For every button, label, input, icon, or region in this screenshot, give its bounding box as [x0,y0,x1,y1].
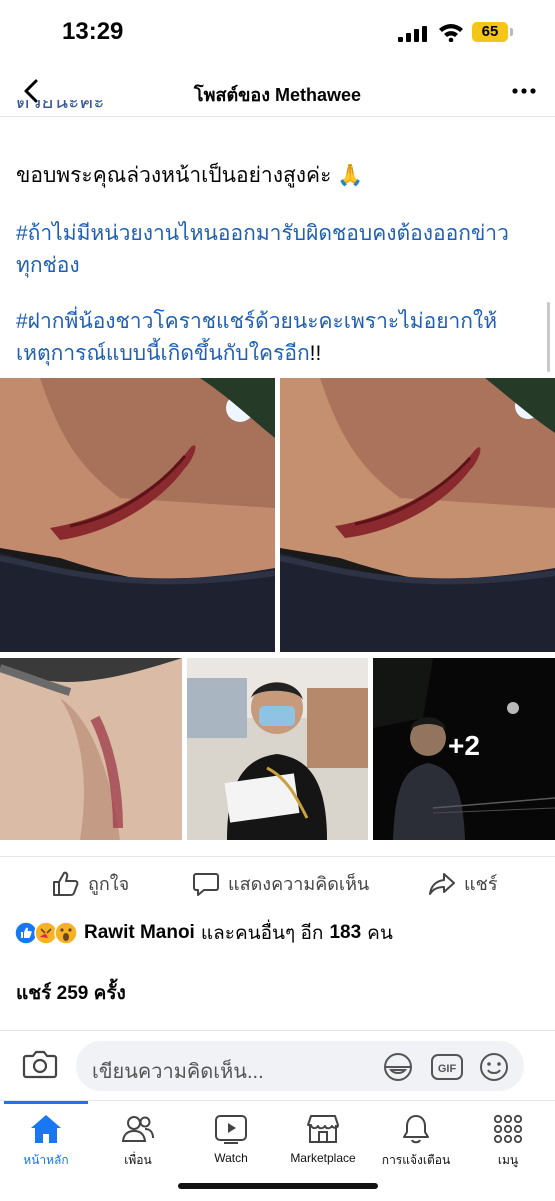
reactions-unit: คน [367,923,393,944]
post-text-cut-line: ด้วยนะคะ [16,100,105,113]
post-photo[interactable] [187,658,368,840]
home-icon [31,1115,61,1143]
tab-notifications[interactable]: การแจ้งเตือน [366,1113,466,1170]
reactions-summary[interactable]: Rawit Manoi และคนอื่นๆ อีก 183 คน [14,918,393,948]
battery-indicator: 65 [472,22,508,42]
sticker-icon[interactable] [382,1051,414,1083]
post-photo[interactable] [0,378,275,652]
more-options-icon[interactable] [512,88,536,94]
reactions-count: 183 [329,922,362,943]
thumbs-up-icon [53,871,79,896]
watch-icon [215,1115,247,1144]
menu-icon [493,1114,523,1144]
svg-text:GIF: GIF [438,1063,457,1075]
tab-home[interactable]: หน้าหลัก [0,1113,96,1170]
status-time: 13:29 [62,18,124,45]
comment-button[interactable]: แสดงความคิดเห็น [192,869,369,898]
post-photo[interactable] [280,378,555,652]
tab-friends[interactable]: เพื่อน [88,1113,188,1170]
person-holding-document-photo [187,658,368,840]
tab-label: Marketplace [290,1151,356,1165]
hashtag-line: ทุกช่อง [16,254,80,277]
more-photos-count: +2 [448,730,480,761]
signal-icon [398,26,427,42]
comment-bubble-icon [193,872,219,896]
post-actions: ถูกใจ แสดงความคิดเห็น แชร์ [0,856,555,907]
hashtag-line: #ถ้าไม่มีหน่วยงานไหนออกมารับผิดชอบคงต้อง… [16,222,509,245]
scrollbar[interactable] [547,302,550,372]
status-bar: 13:29 65 [0,0,555,66]
battery-tip [510,28,513,36]
active-tab-indicator [4,1101,88,1104]
reactions-rest: และคนอื่นๆ อีก [200,923,324,944]
shares-count[interactable]: แชร์ 259 ครั้ง [16,978,126,1008]
neck-wound-photo-2 [280,378,555,652]
hashtag-line: เหตุการณ์แบบนี้เกิดขึ้นกับใครอีก!! [16,342,322,365]
home-indicator[interactable] [178,1183,378,1189]
tab-label: หน้าหลัก [23,1153,69,1167]
post-photo[interactable] [0,658,182,840]
reaction-icons [14,921,78,945]
wifi-icon [439,24,463,42]
share-arrow-icon [429,872,455,895]
gif-icon[interactable]: GIF [430,1051,464,1083]
reactor-name: Rawit Manoi [84,922,195,943]
hashtag-share-request[interactable]: #ฝากพี่น้องชาวโคราชแชร์ด้วยนะคะเพราะไม่อ… [16,306,536,370]
like-button[interactable]: ถูกใจ [52,869,129,898]
neck-wound-photo-1 [0,378,275,652]
tab-menu[interactable]: เมนู [458,1113,555,1170]
hashtag-line: #ฝากพี่น้องชาวโคราชแชร์ด้วยนะคะเพราะไม่อ… [16,310,498,333]
friends-icon [121,1116,154,1142]
comment-bar: เขียนความคิดเห็น... GIF [0,1030,555,1101]
shares-unit: ครั้ง [93,983,126,1004]
shares-number: 259 [56,983,89,1004]
comment-label: แสดงความคิดเห็น [228,874,370,894]
tab-label: เพื่อน [124,1153,152,1167]
emoji-icon[interactable] [478,1051,510,1083]
share-button[interactable]: แชร์ [428,869,498,898]
camera-icon[interactable] [22,1049,58,1079]
bell-icon [403,1115,429,1144]
post-thanks-text: ขอบพระคุณล่วงหน้าเป็นอย่างสูงค่ะ 🙏 [16,164,364,187]
tab-label: Watch [214,1151,248,1165]
neck-closeup-photo [0,658,182,840]
share-label: แชร์ [464,874,498,894]
tab-watch[interactable]: Watch [181,1113,281,1165]
post-photo-more[interactable]: +2 [373,658,555,840]
comment-placeholder: เขียนความคิดเห็น... [92,1061,264,1083]
tab-label: การแจ้งเตือน [381,1153,451,1167]
shares-prefix: แชร์ [16,983,52,1004]
hashtag-responsibility[interactable]: #ถ้าไม่มีหน่วยงานไหนออกมารับผิดชอบคงต้อง… [16,218,536,282]
comment-input[interactable]: เขียนความคิดเห็น... GIF [76,1041,524,1091]
tab-label: เมนู [497,1153,519,1167]
marketplace-icon [307,1115,339,1143]
tab-marketplace[interactable]: Marketplace [273,1113,373,1165]
like-label: ถูกใจ [88,874,130,894]
